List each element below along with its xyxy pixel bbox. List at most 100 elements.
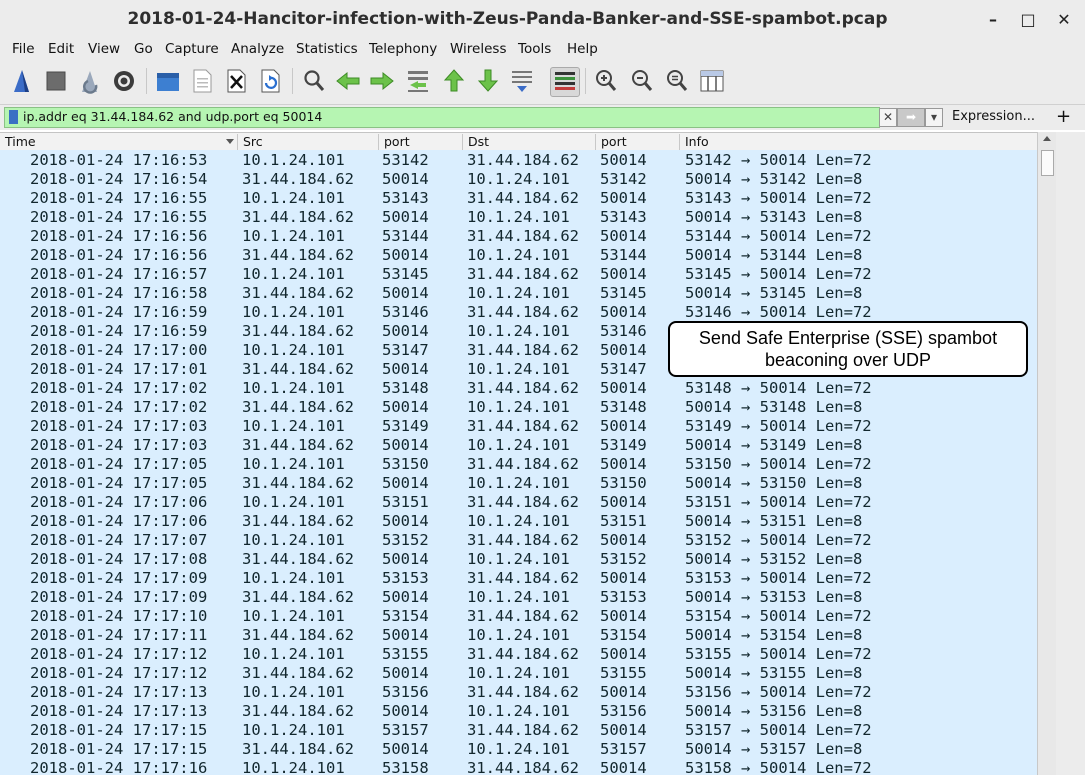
last-packet-icon[interactable] [474,67,502,95]
autoscroll-icon[interactable] [508,67,536,95]
scrollbar-thumb[interactable] [1041,150,1054,176]
packet-row[interactable]: 2018-01-24 17:17:13 31.44.184.62 50014 10.1… [0,702,1037,721]
scroll-up-icon[interactable] [1043,136,1051,141]
packet-row[interactable]: 2018-01-24 17:16:56 31.44.184.62 50014 10.1… [0,246,1037,265]
packet-row[interactable]: 2018-01-24 17:16:55 31.44.184.62 50014 10.1… [0,208,1037,227]
dst-cell: 10.1.24.101 [467,702,570,720]
save-file-icon[interactable] [188,67,216,95]
packet-row[interactable]: 2018-01-24 17:17:09 31.44.184.62 50014 10.1… [0,588,1037,607]
packet-row[interactable]: 2018-01-24 17:17:15 10.1.24.101 53157 31.44… [0,721,1037,740]
expression-button[interactable]: Expression... [952,109,1035,124]
reload-icon[interactable] [256,67,284,95]
zoom-out-icon[interactable] [628,67,656,95]
normal-size-icon[interactable] [663,67,691,95]
packet-row[interactable]: 2018-01-24 17:17:16 10.1.24.101 53158 31.44… [0,759,1037,775]
src-port-cell: 50014 [382,474,429,492]
info-cell: 53154 → 50014 Len=72 [685,607,872,625]
column-header-src-port[interactable]: port [379,134,463,151]
apply-filter-icon[interactable]: ➡ [897,108,925,127]
zoom-in-icon[interactable] [592,67,620,95]
menu-telephony[interactable]: Telephony [369,41,437,57]
dst-cell: 10.1.24.101 [467,436,570,454]
menu-view[interactable]: View [88,41,120,57]
src-cell: 31.44.184.62 [242,702,354,720]
packet-row[interactable]: 2018-01-24 17:17:13 10.1.24.101 53156 31.44… [0,683,1037,702]
dst-port-cell: 50014 [600,531,647,549]
filter-dropdown-icon[interactable]: ▾ [925,108,943,127]
go-to-packet-icon[interactable] [404,67,432,95]
menu-go[interactable]: Go [134,41,153,57]
menu-capture[interactable]: Capture [165,41,219,57]
time-cell: 2018-01-24 17:17:03 [30,417,208,435]
packet-row[interactable]: 2018-01-24 17:17:02 10.1.24.101 53148 31.44… [0,379,1037,398]
packet-row[interactable]: 2018-01-24 17:17:05 10.1.24.101 53150 31.44… [0,455,1037,474]
packet-row[interactable]: 2018-01-24 17:17:12 10.1.24.101 53155 31.44… [0,645,1037,664]
dst-port-cell: 50014 [600,379,647,397]
column-header-time[interactable]: Time [0,134,238,151]
packet-row[interactable]: 2018-01-24 17:17:12 31.44.184.62 50014 10.1… [0,664,1037,683]
column-header-src[interactable]: Src [238,134,379,151]
restart-icon[interactable] [76,67,104,95]
packet-row[interactable]: 2018-01-24 17:16:58 31.44.184.62 50014 10.1… [0,284,1037,303]
menu-help[interactable]: Help [567,41,598,57]
packet-list[interactable]: 2018-01-24 17:16:53 10.1.24.101 53142 31.44… [0,150,1037,775]
dst-cell: 10.1.24.101 [467,664,570,682]
bookmark-icon[interactable] [9,110,18,124]
packet-row[interactable]: 2018-01-24 17:16:55 10.1.24.101 53143 31.44… [0,189,1037,208]
packet-row[interactable]: 2018-01-24 17:17:06 31.44.184.62 50014 10.1… [0,512,1037,531]
menu-statistics[interactable]: Statistics [296,41,358,57]
maximize-button[interactable]: □ [1018,10,1038,30]
packet-row[interactable]: 2018-01-24 17:17:15 31.44.184.62 50014 10.1… [0,740,1037,759]
dst-port-cell: 53146 [600,322,647,340]
add-filter-button[interactable]: + [1056,106,1071,127]
column-header-dst-port[interactable]: port [596,134,680,151]
packet-row[interactable]: 2018-01-24 17:17:08 31.44.184.62 50014 10.1… [0,550,1037,569]
packet-row[interactable]: 2018-01-24 17:17:10 10.1.24.101 53154 31.44… [0,607,1037,626]
src-port-cell: 50014 [382,208,429,226]
column-header-dst[interactable]: Dst [463,134,596,151]
menu-edit[interactable]: Edit [48,41,74,57]
minimize-button[interactable]: – [983,10,1003,30]
display-filter-input[interactable]: ip.addr eq 31.44.184.62 and udp.port eq … [4,107,880,128]
open-folder-icon[interactable] [154,67,182,95]
close-file-icon[interactable] [222,67,250,95]
column-header-info[interactable]: Info [680,134,1037,151]
packet-row[interactable]: 2018-01-24 17:17:07 10.1.24.101 53152 31.44… [0,531,1037,550]
time-cell: 2018-01-24 17:17:12 [30,664,208,682]
packet-row[interactable]: 2018-01-24 17:16:54 31.44.184.62 50014 10.1… [0,170,1037,189]
packet-row[interactable]: 2018-01-24 17:16:53 10.1.24.101 53142 31.44… [0,151,1037,170]
menu-wireless[interactable]: Wireless [450,41,507,57]
toolbar-separator [585,68,586,94]
packet-row[interactable]: 2018-01-24 17:17:05 31.44.184.62 50014 10.1… [0,474,1037,493]
packet-row[interactable]: 2018-01-24 17:17:03 31.44.184.62 50014 10.1… [0,436,1037,455]
resize-columns-icon[interactable] [698,67,726,95]
forward-arrow-icon[interactable] [368,67,396,95]
window-title: 2018-01-24-Hancitor-infection-with-Zeus-… [127,9,888,29]
packet-row[interactable]: 2018-01-24 17:16:57 10.1.24.101 53145 31.44… [0,265,1037,284]
back-arrow-icon[interactable] [334,67,362,95]
menu-file[interactable]: File [12,41,35,57]
packet-row[interactable]: 2018-01-24 17:17:11 31.44.184.62 50014 10.1… [0,626,1037,645]
colorize-icon[interactable] [550,67,580,97]
packet-row[interactable]: 2018-01-24 17:16:56 10.1.24.101 53144 31.44… [0,227,1037,246]
dst-cell: 31.44.184.62 [467,227,579,245]
shark-fin-start-icon[interactable] [8,67,36,95]
vertical-scrollbar[interactable] [1037,132,1056,775]
find-packet-icon[interactable] [300,67,328,95]
dst-port-cell: 53151 [600,512,647,530]
display-filter-text: ip.addr eq 31.44.184.62 and udp.port eq … [23,109,323,124]
stop-icon[interactable] [42,67,70,95]
src-cell: 31.44.184.62 [242,436,354,454]
packet-row[interactable]: 2018-01-24 17:17:09 10.1.24.101 53153 31.44… [0,569,1037,588]
menu-analyze[interactable]: Analyze [231,41,284,57]
close-button[interactable]: ✕ [1054,10,1074,30]
capture-options-icon[interactable] [110,67,138,95]
packet-row[interactable]: 2018-01-24 17:17:02 31.44.184.62 50014 10.1… [0,398,1037,417]
first-packet-icon[interactable] [440,67,468,95]
packet-row[interactable]: 2018-01-24 17:17:03 10.1.24.101 53149 31.44… [0,417,1037,436]
packet-row[interactable]: 2018-01-24 17:16:59 10.1.24.101 53146 31.44… [0,303,1037,322]
packet-row[interactable]: 2018-01-24 17:17:06 10.1.24.101 53151 31.44… [0,493,1037,512]
clear-filter-icon[interactable]: ✕ [879,108,897,127]
menu-tools[interactable]: Tools [518,41,551,57]
dst-port-cell: 53142 [600,170,647,188]
